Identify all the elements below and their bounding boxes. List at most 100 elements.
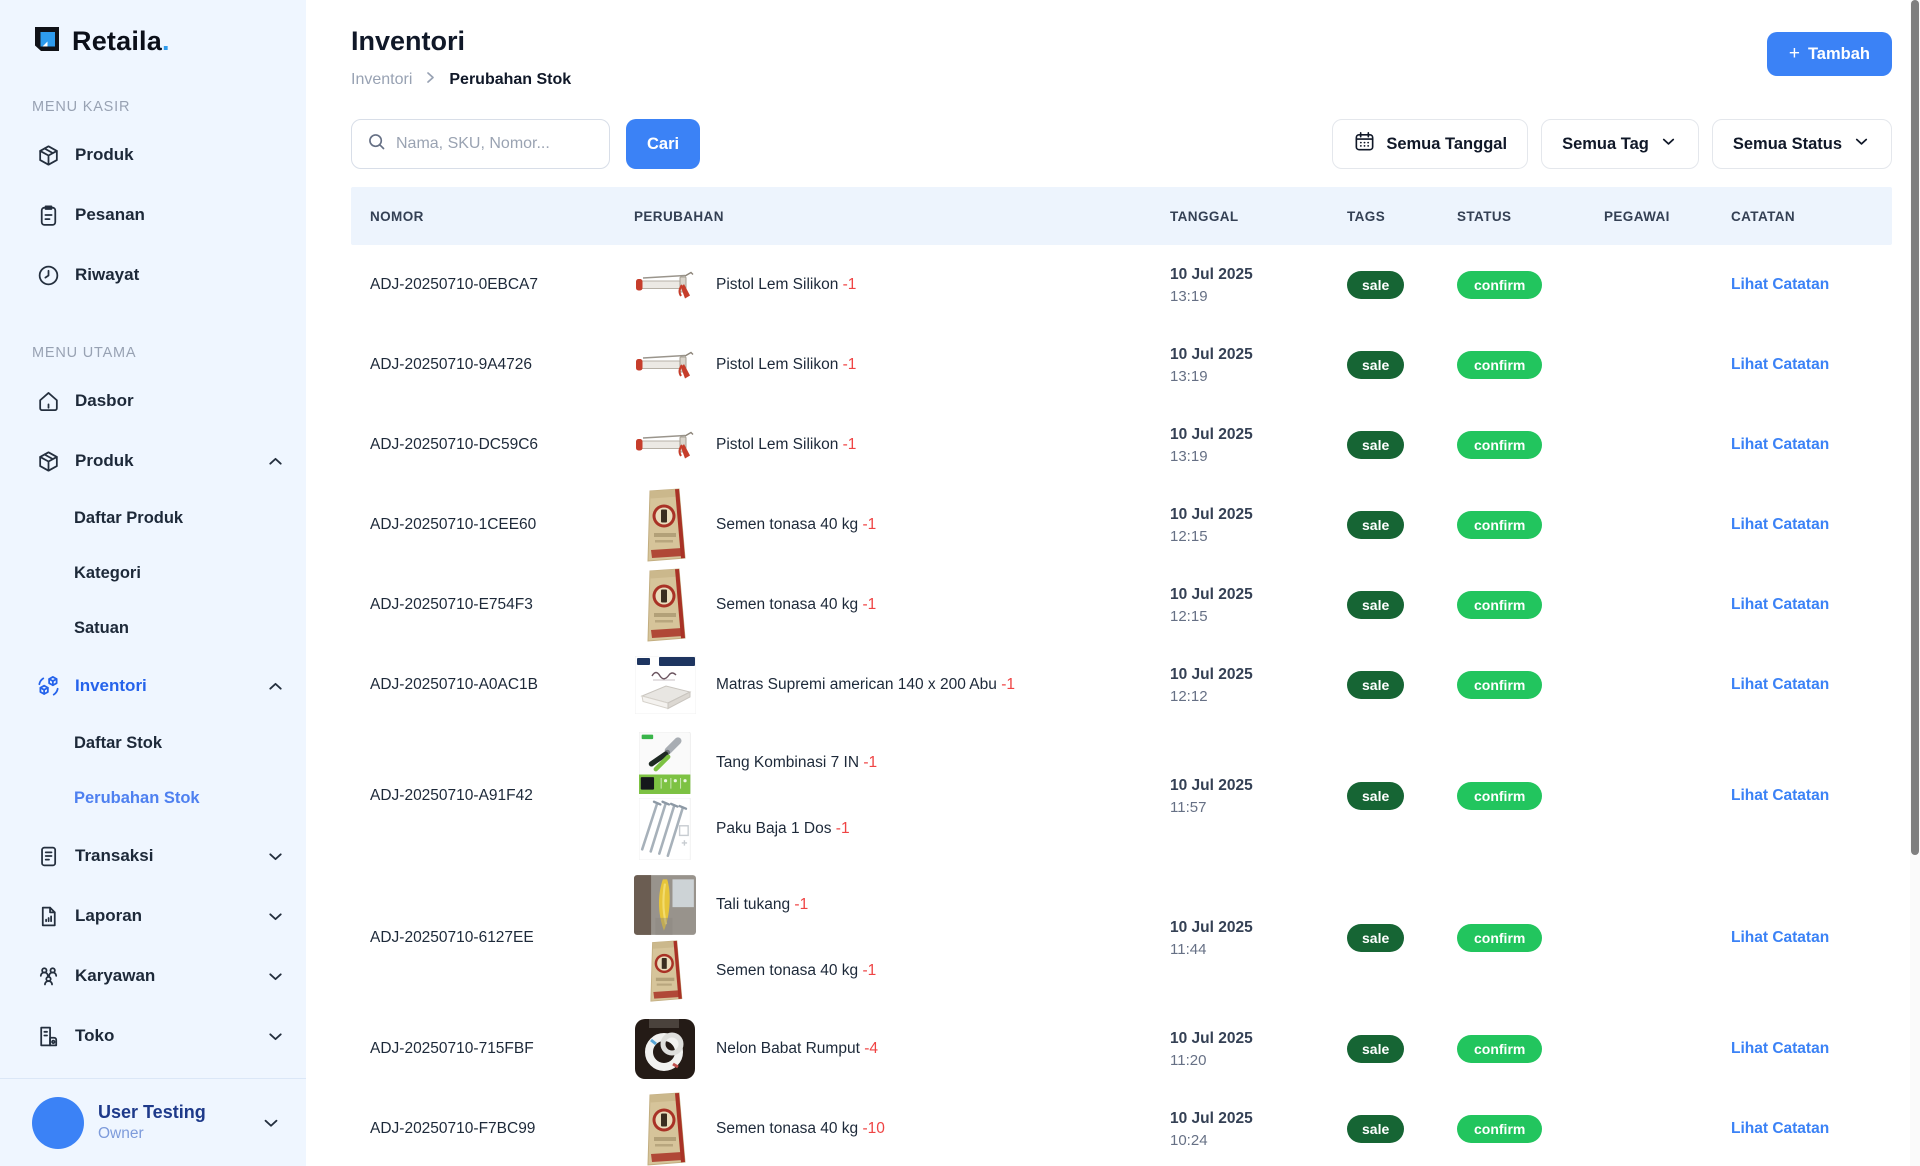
sidebar-item-label: Toko	[75, 1026, 114, 1046]
table-row: ADJ-20250710-F7BC99 Semen tonasa 40 kg -…	[351, 1089, 1892, 1166]
chevron-down-icon	[265, 1026, 286, 1047]
chevron-down-icon	[1852, 132, 1871, 156]
time-text: 13:19	[1170, 448, 1347, 465]
status-badge: confirm	[1457, 591, 1542, 619]
sidebar-item-transaksi[interactable]: Transaksi	[0, 826, 306, 886]
sidebar-item-kategori[interactable]: Kategori	[0, 546, 306, 601]
adjustment-number: ADJ-20250710-9A4726	[370, 356, 634, 374]
quantity-change: -1	[843, 356, 857, 373]
table-row: ADJ-20250710-DC59C6 Pistol Lem Silikon -…	[351, 405, 1892, 485]
scrollbar-track[interactable]	[1910, 0, 1920, 1166]
home-icon	[36, 389, 61, 414]
tags-cell: sale	[1347, 671, 1457, 699]
report-icon	[36, 904, 61, 929]
quantity-change: -10	[863, 1120, 885, 1137]
view-note-link[interactable]: Lihat Catatan	[1731, 276, 1829, 293]
product-image-caulk-gun	[634, 429, 696, 461]
search-box	[351, 119, 610, 169]
product-line: Semen tonasa 40 kg -1	[634, 485, 1170, 565]
store-icon	[36, 1024, 61, 1049]
note-cell: Lihat Catatan	[1731, 276, 1892, 294]
date-cell: 10 Jul 2025 11:57	[1170, 777, 1347, 816]
filter-date-button[interactable]: Semua Tanggal	[1332, 119, 1528, 169]
tags-cell: sale	[1347, 1035, 1457, 1063]
status-badge: confirm	[1457, 351, 1542, 379]
avatar	[32, 1097, 84, 1149]
product-name: Pistol Lem Silikon -1	[716, 276, 856, 294]
sidebar-item-dasbor[interactable]: Dasbor	[0, 371, 306, 431]
sidebar-item-karyawan[interactable]: Karyawan	[0, 946, 306, 1006]
sidebar-item-satuan[interactable]: Satuan	[0, 601, 306, 656]
chevron-down-icon	[260, 1112, 282, 1134]
brand-logo[interactable]: Retaila.	[0, 0, 306, 59]
view-note-link[interactable]: Lihat Catatan	[1731, 929, 1829, 946]
table-row: ADJ-20250710-9A4726 Pistol Lem Silikon -…	[351, 325, 1892, 405]
search-button[interactable]: Cari	[626, 119, 700, 169]
product-line: Tang Kombinasi 7 IN -1	[634, 730, 1170, 796]
sidebar-item-label: Produk	[75, 451, 134, 471]
date-text: 10 Jul 2025	[1170, 1030, 1347, 1048]
sidebar-item-laporan[interactable]: Laporan	[0, 886, 306, 946]
quantity-change: -1	[836, 820, 850, 837]
tag-badge: sale	[1347, 351, 1404, 379]
sidebar-item-pesanan[interactable]: Pesanan	[0, 185, 306, 245]
chevron-right-icon	[422, 69, 439, 91]
sidebar-nav: MENU KASIRProdukPesananRiwayatMENU UTAMA…	[0, 99, 306, 1066]
tag-badge: sale	[1347, 924, 1404, 952]
view-note-link[interactable]: Lihat Catatan	[1731, 787, 1829, 804]
quantity-change: -1	[863, 516, 877, 533]
brand-logo-icon	[32, 24, 62, 59]
adjustment-number: ADJ-20250710-6127EE	[370, 929, 634, 947]
table-row: ADJ-20250710-1CEE60 Semen tonasa 40 kg -…	[351, 485, 1892, 565]
user-role: Owner	[98, 1125, 206, 1143]
view-note-link[interactable]: Lihat Catatan	[1731, 596, 1829, 613]
date-text: 10 Jul 2025	[1170, 586, 1347, 604]
add-button[interactable]: + Tambah	[1767, 32, 1892, 76]
sidebar-item-toko[interactable]: Toko	[0, 1006, 306, 1066]
date-cell: 10 Jul 2025 13:19	[1170, 426, 1347, 465]
sidebar-item-perubahan-stok[interactable]: Perubahan Stok	[0, 771, 306, 826]
time-text: 11:20	[1170, 1052, 1347, 1069]
view-note-link[interactable]: Lihat Catatan	[1731, 676, 1829, 693]
time-text: 13:19	[1170, 368, 1347, 385]
receipt-icon	[36, 844, 61, 869]
scrollbar-thumb[interactable]	[1911, 0, 1919, 855]
view-note-link[interactable]: Lihat Catatan	[1731, 436, 1829, 453]
people-icon	[36, 964, 61, 989]
status-badge: confirm	[1457, 511, 1542, 539]
product-image-cement-bag	[634, 940, 696, 1002]
date-cell: 10 Jul 2025 11:20	[1170, 1030, 1347, 1069]
time-text: 11:44	[1170, 941, 1347, 958]
view-note-link[interactable]: Lihat Catatan	[1731, 516, 1829, 533]
chevron-down-icon	[265, 846, 286, 867]
sidebar-item-produk[interactable]: Produk	[0, 125, 306, 185]
sidebar-item-riwayat[interactable]: Riwayat	[0, 245, 306, 305]
status-cell: confirm	[1457, 591, 1604, 619]
time-text: 13:19	[1170, 288, 1347, 305]
chevron-down-icon	[265, 966, 286, 987]
sidebar-item-inventori[interactable]: Inventori	[0, 656, 306, 716]
column-header-perubahan: PERUBAHAN	[634, 209, 1170, 224]
filter-tag-button[interactable]: Semua Tag	[1541, 119, 1699, 169]
time-text: 12:12	[1170, 688, 1347, 705]
date-cell: 10 Jul 2025 12:15	[1170, 506, 1347, 545]
sidebar-item-daftar-stok[interactable]: Daftar Stok	[0, 716, 306, 771]
sidebar-item-daftar-produk[interactable]: Daftar Produk	[0, 491, 306, 546]
tags-cell: sale	[1347, 782, 1457, 810]
column-header-status: STATUS	[1457, 209, 1604, 224]
breadcrumb-inventori[interactable]: Inventori	[351, 71, 412, 89]
breadcrumb-current: Perubahan Stok	[449, 71, 571, 89]
user-menu[interactable]: User Testing Owner	[0, 1078, 306, 1166]
adjustment-number: ADJ-20250710-DC59C6	[370, 436, 634, 454]
sidebar-item-produk[interactable]: Produk	[0, 431, 306, 491]
view-note-link[interactable]: Lihat Catatan	[1731, 1040, 1829, 1057]
product-line: Tali tukang -1	[634, 872, 1170, 938]
search-input[interactable]	[396, 135, 597, 153]
view-note-link[interactable]: Lihat Catatan	[1731, 356, 1829, 373]
sidebar-item-label: Laporan	[75, 906, 142, 926]
filter-status-button[interactable]: Semua Status	[1712, 119, 1892, 169]
tags-cell: sale	[1347, 924, 1457, 952]
view-note-link[interactable]: Lihat Catatan	[1731, 1120, 1829, 1137]
table-row: ADJ-20250710-715FBF Nelon Babat Rumput -…	[351, 1009, 1892, 1089]
sidebar-item-label: Inventori	[75, 676, 147, 696]
